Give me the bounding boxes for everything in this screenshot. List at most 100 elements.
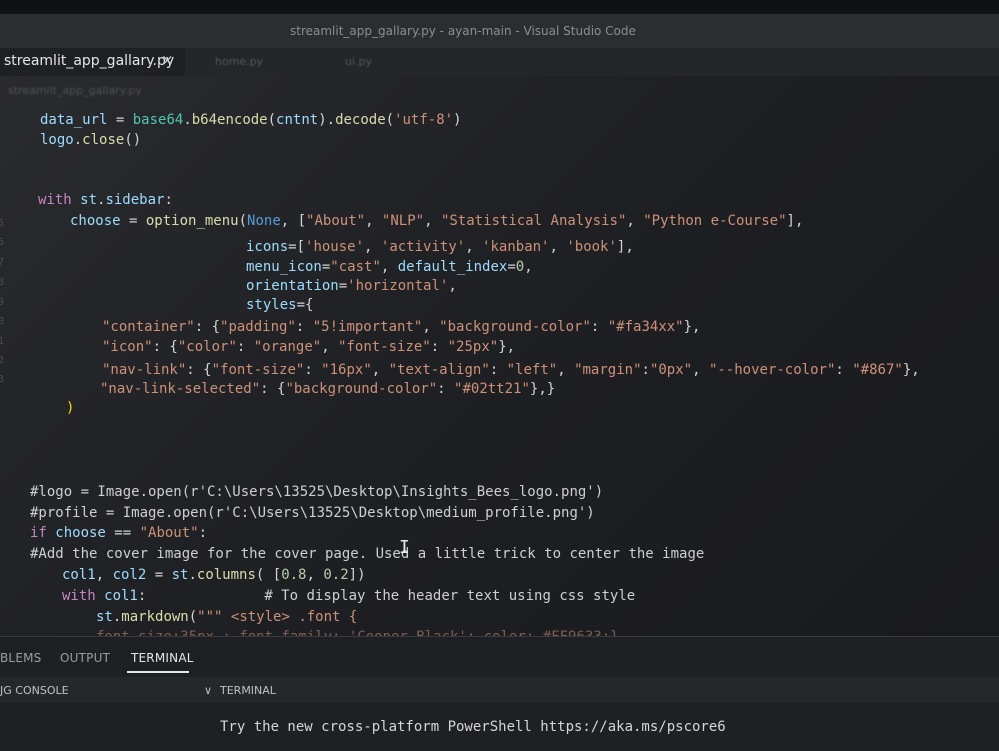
code-token: , <box>448 278 457 294</box>
code-token: icons <box>246 239 289 255</box>
code-token: logo <box>40 132 74 148</box>
line-number: 3 <box>0 374 5 385</box>
code-line: choose = option_menu(None, ["About", "NL… <box>70 212 803 230</box>
code-token: "left" <box>506 362 558 378</box>
code-token: ], <box>786 213 804 229</box>
tab-output[interactable]: OUTPUT <box>60 651 110 665</box>
code-token: 0 <box>515 259 525 275</box>
code-token: =[ <box>288 239 306 255</box>
editor-tab-bar: streamlit_app_gallary.py × home.py ui.py <box>0 48 999 76</box>
code-token: 0.2 <box>323 567 349 583</box>
tab-home[interactable]: home.py <box>215 55 263 68</box>
line-number: 2 <box>0 355 5 366</box>
code-line: "nav-link-selected": {"background-color"… <box>100 380 555 398</box>
code-token: , <box>549 239 567 255</box>
line-number: 1 <box>0 336 5 347</box>
code-token: , <box>626 213 644 229</box>
close-icon[interactable]: × <box>161 51 174 69</box>
code-token: 0.8 <box>281 567 307 583</box>
code-token: , <box>371 362 389 378</box>
code-token: = <box>120 213 146 229</box>
code-token: : <box>236 339 254 355</box>
code-token: : <box>198 525 208 541</box>
breadcrumb[interactable]: streamlit_app_gallary.py <box>8 84 142 97</box>
code-token: # To display the header text using css s… <box>146 588 636 604</box>
code-token: "container" <box>102 319 195 335</box>
code-token: st <box>171 567 189 583</box>
code-token: "16px" <box>321 362 372 378</box>
code-token: "background-color" <box>439 319 591 335</box>
line-number: 0 <box>0 316 5 327</box>
code-token: data_url <box>40 112 108 128</box>
code-token: "About" <box>306 213 366 229</box>
code-token: 'horizontal' <box>347 278 449 294</box>
code-token: st <box>96 609 113 625</box>
code-token: "#fa34xx" <box>607 319 684 335</box>
line-number: 6 <box>0 237 5 248</box>
code-token: "About" <box>139 525 199 541</box>
code-token: "nav-link-selected" <box>100 381 261 397</box>
code-line: styles={ <box>246 296 313 314</box>
code-token: }, <box>498 339 516 355</box>
code-line: logo.close() <box>40 131 141 149</box>
code-token: : <box>437 381 455 397</box>
code-token: with <box>38 192 72 208</box>
code-line: icons=['house', 'activity', 'kanban', 'b… <box>246 238 634 256</box>
code-line: "nav-link": {"font-size": "16px", "text-… <box>102 361 920 379</box>
code-token: ) <box>66 400 75 416</box>
line-number-gutter: 5 6 7 8 9 0 1 2 3 <box>0 100 12 636</box>
code-token: },} <box>529 381 556 397</box>
code-token: : <box>430 339 448 355</box>
code-token: }, <box>902 362 920 378</box>
code-token: base64 <box>132 112 184 128</box>
code-line: #profile = Image.open(r'C:\Users\13525\D… <box>30 504 595 522</box>
code-token: ) <box>453 112 462 128</box>
terminal-section-label[interactable]: TERMINAL <box>220 684 276 697</box>
code-token: if <box>30 525 47 541</box>
terminal-output[interactable]: Try the new cross-platform PowerShell ht… <box>220 719 726 735</box>
tab-terminal[interactable]: TERMINAL <box>131 651 194 665</box>
code-token: , <box>422 319 440 335</box>
screen-bezel <box>0 0 999 14</box>
code-token: orientation <box>246 278 339 294</box>
code-token: None <box>247 213 281 229</box>
code-token: = <box>338 278 348 294</box>
code-token: : { <box>260 381 286 397</box>
debug-console-label[interactable]: JG CONSOLE <box>0 684 69 697</box>
code-line: data_url = base64.b64encode(cntnt).decod… <box>40 111 462 129</box>
code-token: col1 <box>95 588 138 604</box>
code-token: . <box>183 112 192 128</box>
code-token: 'book' <box>566 239 617 255</box>
code-editor[interactable]: 5 6 7 8 9 0 1 2 3 data_url = base64.b64e… <box>0 100 999 636</box>
code-token: . <box>73 132 83 148</box>
tab-streamlit-app-gallary[interactable]: streamlit_app_gallary.py × <box>0 48 185 76</box>
code-token: }, <box>683 319 701 335</box>
code-token: , <box>692 362 709 378</box>
code-token: : <box>304 362 322 378</box>
chevron-down-icon[interactable]: ∨ <box>204 684 212 697</box>
code-token: : <box>489 362 507 378</box>
code-token: "Statistical Analysis" <box>440 213 627 229</box>
code-token: "background-color" <box>285 381 438 397</box>
code-token: "#867" <box>852 362 903 378</box>
code-token: : { <box>152 339 178 355</box>
code-line: if choose == "About": <box>30 524 207 542</box>
code-line: #Add the cover image for the cover page.… <box>30 545 704 563</box>
line-number: 9 <box>0 297 5 308</box>
code-line: menu_icon="cast", default_index=0, <box>246 258 533 276</box>
code-token: ]) <box>348 567 366 583</box>
code-token: . <box>188 567 197 583</box>
tab-ui[interactable]: ui.py <box>345 55 372 68</box>
code-token: ). <box>318 112 336 128</box>
code-token: #Add the cover image for the cover page.… <box>30 546 705 562</box>
tab-problems[interactable]: BLEMS <box>0 651 41 665</box>
code-token: = <box>507 259 516 275</box>
code-token: "nav-link" <box>102 362 187 378</box>
code-token: markdown <box>121 609 189 625</box>
code-token: , <box>424 213 441 229</box>
code-token: == <box>114 525 140 541</box>
code-token: ( [ <box>255 567 282 583</box>
code-token: ( <box>188 609 198 625</box>
code-token: 'activity' <box>380 239 466 255</box>
code-token: default_index <box>397 259 508 275</box>
